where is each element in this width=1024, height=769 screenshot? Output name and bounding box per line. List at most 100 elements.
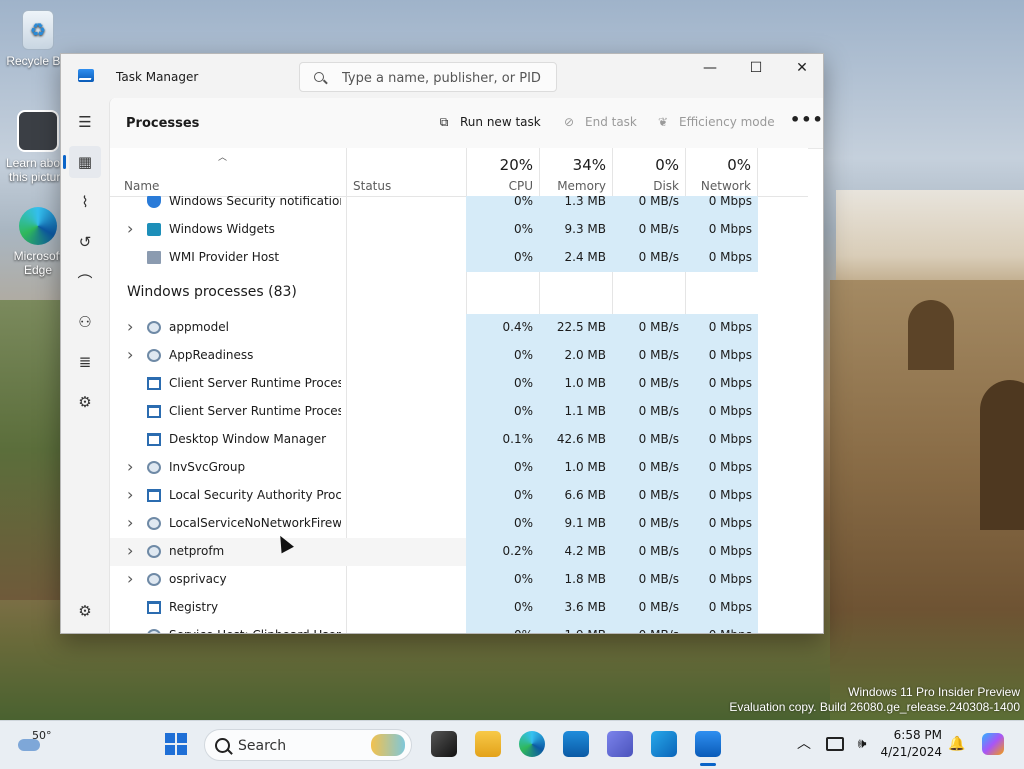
table-row[interactable]: › appmodel 0.4% 22.5 MB 0 MB/s 0 Mbps <box>110 314 758 342</box>
leaf-icon: ❦ <box>657 115 669 129</box>
process-memory-value: 9.3 MB <box>564 222 606 236</box>
users-icon[interactable]: ⚇ <box>69 306 101 338</box>
table-row[interactable]: › netprofm 0.2% 4.2 MB 0 MB/s 0 Mbps <box>110 538 758 566</box>
edge-icon[interactable] <box>519 731 545 757</box>
table-row[interactable]: › InvSvcGroup 0% 1.0 MB 0 MB/s 0 Mbps <box>110 454 758 482</box>
teams-icon[interactable] <box>607 731 633 757</box>
run-new-task-label: Run new task <box>460 115 541 129</box>
weather-temperature: 50° <box>32 729 52 742</box>
process-name: Registry <box>169 600 219 614</box>
watermark-line: Evaluation copy. Build 26080.ge_release.… <box>729 700 1020 714</box>
file-explorer-icon[interactable] <box>475 731 501 757</box>
process-cpu-value: 0% <box>513 488 533 502</box>
process-network-value: 0 Mbps <box>685 628 752 633</box>
process-name: AppReadiness <box>169 348 254 362</box>
expand-chevron-icon[interactable]: › <box>127 219 133 238</box>
network-icon[interactable] <box>826 737 844 751</box>
weather-widget[interactable]: 50° <box>14 729 54 761</box>
task-manager-window: Task Manager — ☐ ✕ ☰ ▦ ⌇ ↺ ⌒ ⚇ ≣ ⚙ ⚙ Pro… <box>60 53 824 634</box>
widgets-icon <box>147 223 161 236</box>
more-options-button[interactable]: ••• <box>790 110 823 129</box>
settings-icon[interactable]: ⚙ <box>69 595 101 627</box>
table-row[interactable]: › AppReadiness 0% 2.0 MB 0 MB/s 0 Mbps <box>110 342 758 370</box>
wallpaper-arch <box>980 380 1024 530</box>
run-new-task-button[interactable]: ⧉ Run new task <box>436 115 541 130</box>
close-button[interactable]: ✕ <box>779 54 823 84</box>
expand-chevron-icon[interactable]: › <box>127 457 133 476</box>
process-disk-value: 0 MB/s <box>638 544 679 558</box>
table-row[interactable]: › LocalServiceNoNetworkFirewa... 0% 9.1 MB 0… <box>110 510 758 538</box>
chevron-up-icon[interactable]: ︿ <box>795 735 813 753</box>
wallpaper-arch <box>908 300 954 370</box>
process-cpu-value: 0.2% <box>502 544 534 558</box>
minimize-button[interactable]: — <box>687 54 733 84</box>
service-gear-icon <box>147 573 161 586</box>
column-header-disk[interactable]: 0% Disk <box>612 148 685 196</box>
end-task-button[interactable]: ⊘ End task <box>561 115 637 129</box>
process-network-value: 0 Mbps <box>708 460 752 474</box>
notification-icon[interactable]: 🔔 <box>948 735 966 753</box>
hamburger-icon[interactable]: ☰ <box>69 106 101 138</box>
table-row[interactable]: › osprivacy 0% 1.8 MB 0 MB/s 0 Mbps <box>110 566 758 594</box>
task-manager-icon[interactable] <box>695 731 721 766</box>
table-row[interactable]: › Local Security Authority Proce... 0% 6.6 … <box>110 482 758 510</box>
start-icon[interactable] <box>165 733 187 755</box>
maximize-button[interactable]: ☐ <box>733 54 779 84</box>
window-title: Task Manager <box>116 70 199 84</box>
process-memory-value: 1.9 MB <box>539 628 606 633</box>
table-row[interactable]: Service Host: Clipboard User S... 0% 1.9 M… <box>110 622 758 633</box>
column-header-status[interactable]: Status <box>346 148 466 196</box>
task-manager-app-icon <box>78 69 94 82</box>
column-header-network[interactable]: 0% Network <box>685 148 758 196</box>
process-memory-value: 22.5 MB <box>556 320 606 334</box>
process-search-input[interactable] <box>340 68 544 88</box>
column-header-name[interactable]: Name <box>110 148 346 196</box>
process-disk-value: 0 MB/s <box>638 432 679 446</box>
table-row[interactable]: › Windows Widgets 0% 9.3 MB 0 MB/s 0 Mbps <box>110 216 758 244</box>
efficiency-mode-label: Efficiency mode <box>679 115 775 129</box>
processes-icon[interactable]: ▦ <box>63 146 101 178</box>
copilot-icon[interactable] <box>982 733 1004 755</box>
outlook-icon[interactable] <box>651 731 677 757</box>
expand-chevron-icon[interactable]: › <box>127 541 133 560</box>
performance-icon[interactable]: ⌇ <box>69 186 101 218</box>
expand-chevron-icon[interactable]: › <box>127 513 133 532</box>
taskbar-search[interactable]: Search <box>204 729 412 761</box>
startup-apps-icon[interactable]: ⌒ <box>69 266 101 298</box>
services-icon[interactable]: ⚙ <box>69 386 101 418</box>
process-name: Client Server Runtime Process <box>169 376 341 390</box>
volume-icon[interactable]: 🕪 <box>853 735 871 753</box>
process-memory-value: 1.1 MB <box>564 404 606 418</box>
table-row[interactable]: Client Server Runtime Process 0% 1.1 MB 0 M… <box>110 398 758 426</box>
details-icon[interactable]: ≣ <box>69 346 101 378</box>
process-network-value: 0 Mbps <box>708 320 752 334</box>
expand-chevron-icon[interactable]: › <box>127 485 133 504</box>
end-task-icon: ⊘ <box>563 115 575 129</box>
window-app-icon <box>147 601 161 614</box>
process-disk-value: 0 MB/s <box>638 222 679 236</box>
expand-chevron-icon[interactable]: › <box>127 345 133 364</box>
expand-chevron-icon[interactable]: › <box>127 569 133 588</box>
table-row[interactable]: WMI Provider Host 0% 2.4 MB 0 MB/s 0 Mbps <box>110 244 758 272</box>
process-search-box[interactable] <box>299 62 557 92</box>
table-row[interactable]: Desktop Window Manager 0.1% 42.6 MB 0 MB/s 0… <box>110 426 758 454</box>
app-history-icon[interactable]: ↺ <box>69 226 101 258</box>
column-header-cpu[interactable]: 20% CPU <box>466 148 539 196</box>
clock[interactable]: 6:58 PM 4/21/2024 <box>880 727 942 761</box>
process-name: InvSvcGroup <box>169 460 246 474</box>
process-network-value: 0 Mbps <box>708 544 752 558</box>
table-row[interactable]: Windows Security notification... 0% 1.3 MB… <box>110 196 758 216</box>
column-header-memory[interactable]: 34% Memory <box>539 148 612 196</box>
learn-picture-icon <box>17 110 59 152</box>
table-row[interactable]: Client Server Runtime Process 0% 1.0 MB 0 M… <box>110 370 758 398</box>
task-view-icon[interactable] <box>431 731 457 757</box>
evaluation-watermark: Windows 11 Pro Insider Preview Evaluatio… <box>729 685 1020 715</box>
expand-chevron-icon[interactable]: › <box>127 317 133 336</box>
group-header-windows-processes[interactable]: Windows processes (83) <box>110 272 808 314</box>
title-bar[interactable]: Task Manager — ☐ ✕ <box>61 54 823 98</box>
watermark-line: Windows 11 Pro Insider Preview <box>848 685 1020 699</box>
column-label: Network <box>700 179 751 193</box>
efficiency-mode-button[interactable]: ❦ Efficiency mode <box>655 115 775 129</box>
store-icon[interactable] <box>563 731 589 757</box>
table-row[interactable]: Registry 0% 3.6 MB 0 MB/s 0 Mbps <box>110 594 758 622</box>
